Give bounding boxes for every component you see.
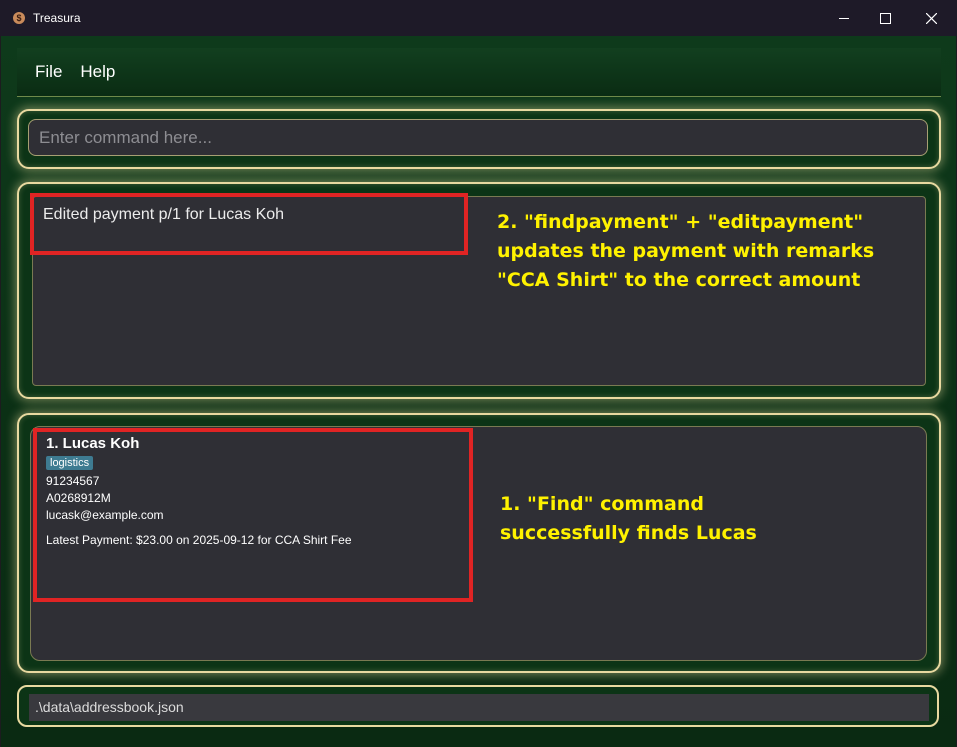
command-input[interactable] xyxy=(28,119,928,156)
annotation-line: updates the payment with remarks xyxy=(497,240,875,262)
annotation-step-1: 1. "Find" command successfully finds Luc… xyxy=(500,490,900,548)
annotation-line: 2. "findpayment" + "editpayment" xyxy=(497,211,864,233)
status-bar: .\data\addressbook.json xyxy=(17,685,939,727)
annotation-step-2: 2. "findpayment" + "editpayment" updates… xyxy=(497,208,917,295)
highlight-result-box xyxy=(30,193,468,255)
menu-file[interactable]: File xyxy=(35,62,62,82)
maximize-button[interactable] xyxy=(862,0,908,36)
maximize-icon xyxy=(879,12,891,24)
annotation-line: successfully finds Lucas xyxy=(500,522,757,544)
minimize-icon xyxy=(839,17,849,19)
menu-bar: File Help xyxy=(17,48,941,97)
annotation-line: 1. "Find" command xyxy=(500,493,704,515)
money-bag-icon: $ xyxy=(13,12,25,24)
window-title: Treasura xyxy=(33,11,81,25)
close-button[interactable] xyxy=(908,0,954,36)
highlight-person-card xyxy=(33,428,473,602)
minimize-button[interactable] xyxy=(821,0,867,36)
title-bar: $ Treasura xyxy=(0,0,957,36)
command-panel xyxy=(17,109,941,169)
close-icon xyxy=(925,12,937,24)
file-path: .\data\addressbook.json xyxy=(29,694,929,721)
menu-help[interactable]: Help xyxy=(80,62,115,82)
app-window: File Help Edited payment p/1 for Lucas K… xyxy=(1,36,956,747)
annotation-line: "CCA Shirt" to the correct amount xyxy=(497,269,861,291)
